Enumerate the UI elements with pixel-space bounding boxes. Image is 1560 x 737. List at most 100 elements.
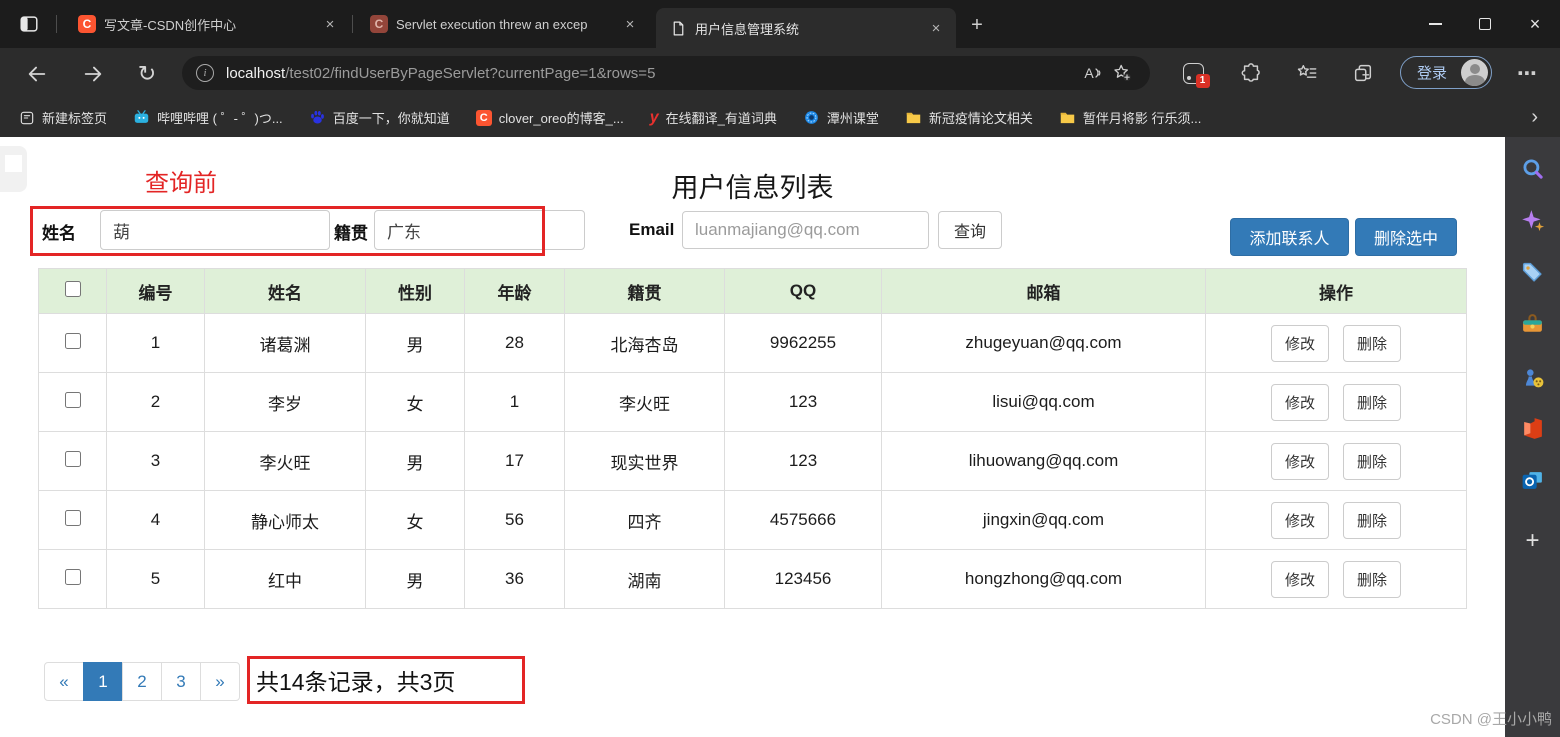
back-button[interactable] — [22, 61, 52, 87]
bookmark-baidu[interactable]: 百度一下，你就知道 — [309, 108, 450, 127]
tab-separator — [56, 15, 57, 33]
new-tab-button[interactable]: + — [964, 13, 990, 37]
extensions-puzzle-icon[interactable] — [1236, 60, 1266, 86]
origin-input[interactable] — [374, 210, 585, 250]
extension-notification-icon[interactable]: 1 — [1178, 60, 1210, 88]
name-input[interactable] — [100, 210, 330, 250]
tab-servlet-error[interactable]: C Servlet execution threw an excep × — [356, 0, 650, 48]
pagination-summary: 共14条记录，共3页 — [247, 656, 525, 704]
delete-selected-button[interactable]: 删除选中 — [1355, 218, 1457, 256]
sidebar-copilot-sparkle-icon[interactable] — [1519, 207, 1546, 234]
maximize-button[interactable] — [1460, 0, 1510, 48]
col-gender: 性别 — [365, 268, 465, 314]
bookmark-youdao[interactable]: y 在线翻译_有道词典 — [650, 108, 777, 127]
edit-button[interactable]: 修改 — [1270, 383, 1329, 421]
login-button[interactable]: 登录 — [1400, 56, 1492, 89]
url-host: localhost — [226, 64, 286, 82]
tab-actions-icon[interactable] — [16, 12, 42, 36]
document-icon — [670, 20, 687, 37]
sidebar-outlook-icon[interactable] — [1519, 467, 1546, 494]
sidebar-games-icon[interactable] — [1519, 363, 1546, 390]
sidebar-toolbox-icon[interactable] — [1519, 311, 1546, 338]
tab-user-management-active[interactable]: 用户信息管理系统 × — [656, 8, 956, 48]
csdn-icon: C — [78, 15, 96, 33]
delete-button[interactable]: 删除 — [1343, 501, 1402, 539]
watermark: CSDN @王小小鸭 — [1430, 711, 1552, 728]
notification-badge: 1 — [1195, 73, 1210, 88]
delete-button[interactable]: 删除 — [1343, 324, 1402, 362]
delete-button[interactable]: 删除 — [1343, 442, 1402, 480]
tab-csdn-editor[interactable]: C 写文章-CSDN创作中心 × — [64, 0, 350, 48]
folder-icon — [1059, 109, 1076, 126]
col-id: 编号 — [106, 268, 205, 314]
baidu-icon — [309, 109, 326, 126]
window-controls: × — [1410, 0, 1560, 48]
avatar — [1461, 59, 1488, 86]
read-aloud-icon[interactable]: A — [1080, 61, 1108, 85]
table-row: 3 李火旺 男 17 现实世界 123 lihuowang@qq.com 修改删… — [38, 431, 1467, 491]
close-tab-icon[interactable]: × — [926, 18, 946, 38]
add-contact-button[interactable]: 添加联系人 — [1230, 218, 1349, 256]
row-checkbox[interactable] — [64, 568, 81, 585]
pagination-page-3[interactable]: 3 — [161, 662, 201, 701]
sidebar-search-icon[interactable] — [1519, 155, 1546, 182]
close-tab-icon[interactable]: × — [320, 14, 340, 34]
add-favorite-icon[interactable] — [1108, 61, 1136, 85]
select-all-cell — [38, 268, 107, 314]
collections-icon[interactable] — [1348, 60, 1378, 86]
favorites-bar-icon[interactable] — [1292, 60, 1322, 86]
bookmarks-overflow-chevron-icon[interactable]: › — [1531, 106, 1538, 129]
sidebar-office-icon[interactable] — [1519, 415, 1546, 442]
newtab-icon — [18, 109, 35, 126]
edit-button[interactable]: 修改 — [1270, 442, 1329, 480]
bookmark-csdn-blog[interactable]: C clover_oreo的博客_... — [475, 108, 624, 127]
pagination-prev[interactable]: « — [44, 662, 84, 701]
row-checkbox[interactable] — [64, 509, 81, 526]
table-row: 5 红中 男 36 湖南 123456 hongzhong@qq.com 修改删… — [38, 549, 1467, 609]
close-tab-icon[interactable]: × — [620, 14, 640, 34]
bookmark-folder-poem[interactable]: 暂伴月将影 行乐须... — [1059, 108, 1201, 127]
pagination-page-1[interactable]: 1 — [83, 662, 123, 701]
pagination-next[interactable]: » — [200, 662, 240, 701]
email-input[interactable] — [682, 211, 929, 249]
tab-separator — [352, 15, 353, 33]
pagination: « 1 2 3 » — [44, 662, 240, 701]
row-checkbox[interactable] — [64, 391, 81, 408]
maximize-icon — [1479, 18, 1491, 30]
bookmark-folder-covid[interactable]: 新冠疫情论文相关 — [905, 108, 1033, 127]
edit-button[interactable]: 修改 — [1270, 501, 1329, 539]
select-all-checkbox[interactable] — [64, 280, 81, 297]
origin-label: 籍贯 — [334, 224, 368, 243]
sidebar-shopping-tag-icon[interactable] — [1519, 259, 1546, 286]
browser-window: C 写文章-CSDN创作中心 × C Servlet execution thr… — [0, 0, 1560, 737]
delete-button[interactable]: 删除 — [1343, 383, 1402, 421]
col-actions: 操作 — [1205, 268, 1467, 314]
search-button[interactable]: 查询 — [938, 211, 1002, 249]
col-name: 姓名 — [204, 268, 366, 314]
bookmarks-bar: 新建标签页 哔哩哔哩 ( ゜- ゜)つ... 百度一下，你就知道 C clove… — [0, 98, 1560, 137]
sidebar-customize-plus-icon[interactable]: + — [1519, 527, 1546, 554]
close-window-button[interactable]: × — [1510, 0, 1560, 48]
page-content: 查询前 用户信息列表 姓名 籍贯 Email 查询 添加联系人 删除选中 编号 … — [0, 137, 1505, 737]
col-email: 邮箱 — [881, 268, 1206, 314]
bookmark-tanzhou[interactable]: 潭州课堂 — [803, 108, 879, 127]
minimize-button[interactable] — [1410, 0, 1460, 48]
forward-button[interactable] — [78, 61, 108, 87]
bilibili-icon — [133, 109, 150, 126]
site-info-icon[interactable]: i — [196, 64, 214, 82]
edit-button[interactable]: 修改 — [1270, 560, 1329, 598]
delete-button[interactable]: 删除 — [1343, 560, 1402, 598]
folder-icon — [905, 109, 922, 126]
minimize-icon — [1428, 23, 1442, 25]
edit-button[interactable]: 修改 — [1270, 324, 1329, 362]
bookmark-new-tab[interactable]: 新建标签页 — [18, 108, 107, 127]
settings-menu-icon[interactable]: ⋯ — [1512, 60, 1542, 86]
address-bar[interactable]: i localhost/test02/findUserByPageServlet… — [182, 56, 1150, 90]
refresh-button[interactable]: ↻ — [132, 61, 162, 87]
row-checkbox[interactable] — [64, 332, 81, 349]
csdn-icon: C — [475, 109, 492, 126]
row-checkbox[interactable] — [64, 450, 81, 467]
navigation-toolbar: ↻ i localhost/test02/findUserByPageServl… — [0, 48, 1560, 128]
pagination-page-2[interactable]: 2 — [122, 662, 162, 701]
bookmark-bilibili[interactable]: 哔哩哔哩 ( ゜- ゜)つ... — [133, 108, 283, 127]
